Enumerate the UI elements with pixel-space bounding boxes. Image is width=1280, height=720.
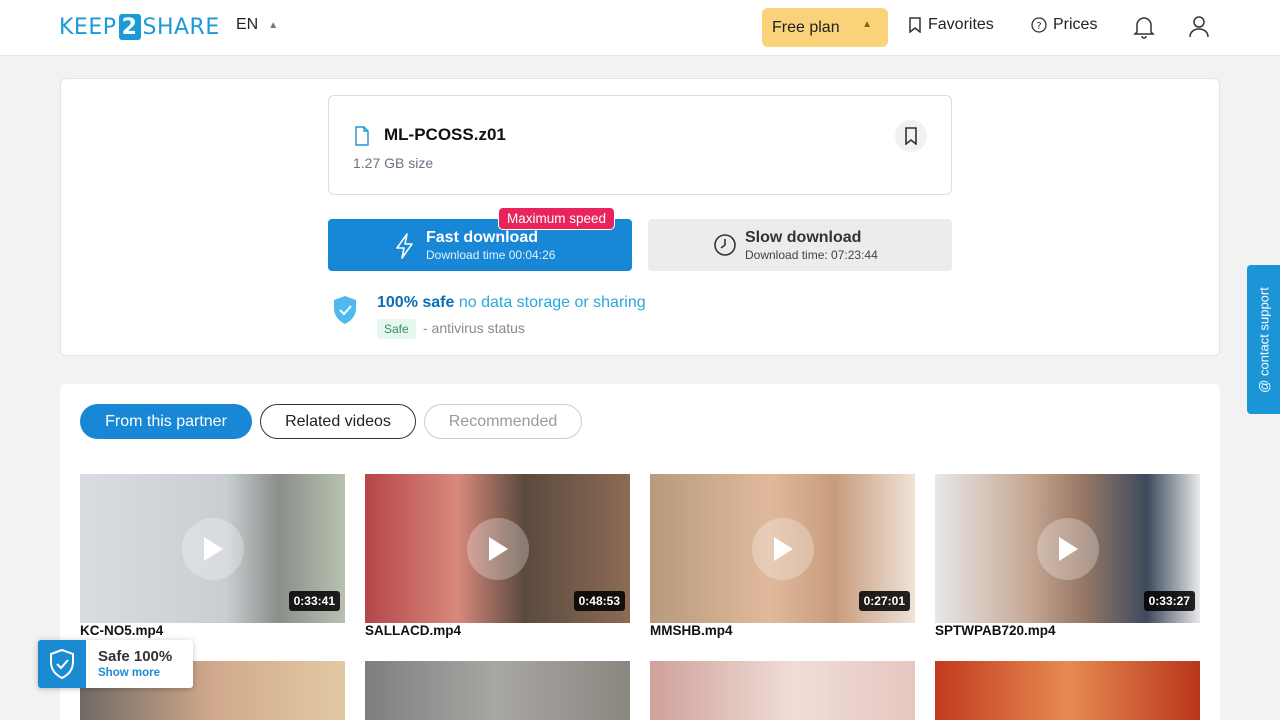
video-thumbnail[interactable] <box>650 661 915 720</box>
bookmark-file-button[interactable] <box>895 120 927 152</box>
show-more-link[interactable]: Show more <box>98 667 160 679</box>
logo-text-mid: 2 <box>118 14 141 40</box>
notifications-button[interactable] <box>1131 14 1157 40</box>
logo-text-left: KEEP <box>59 14 117 40</box>
prices-link[interactable]: ? Prices <box>1031 16 1097 34</box>
keep2share-logo[interactable]: KEEP 2 SHARE <box>59 14 220 40</box>
maximum-speed-badge: Maximum speed <box>498 207 616 230</box>
video-thumbnail[interactable] <box>935 661 1200 720</box>
safe-badge-title: Safe 100% <box>98 648 173 665</box>
svg-text:?: ? <box>1036 21 1041 32</box>
contact-support-label: @ contact support <box>1256 286 1271 393</box>
slow-download-time: Download time: 07:23:44 <box>745 248 878 262</box>
play-icon <box>1037 518 1099 580</box>
plan-label: Free plan <box>772 18 840 36</box>
play-icon <box>752 518 814 580</box>
top-header: KEEP 2 SHARE EN ▲ Free plan ▲ Favorites … <box>0 0 1280 56</box>
play-icon <box>182 518 244 580</box>
lightning-icon <box>396 233 413 259</box>
slow-download-button[interactable]: Slow download Download time: 07:23:44 <box>648 219 952 271</box>
file-size: 1.27 GB size <box>353 155 434 171</box>
safety-bold: 100% safe <box>377 294 455 311</box>
play-icon <box>467 518 529 580</box>
video-thumbnail[interactable] <box>365 661 630 720</box>
safety-text: no data storage or sharing <box>458 294 646 311</box>
fast-download-time: Download time 00:04:26 <box>426 248 556 262</box>
free-plan-button[interactable]: Free plan ▲ <box>762 8 888 47</box>
safety-statement: 100% safe no data storage or sharing <box>377 294 646 312</box>
file-info-card <box>328 95 952 195</box>
video-thumbnail[interactable]: 0:48:53 <box>365 474 630 623</box>
user-icon <box>1189 16 1209 38</box>
chevron-up-icon: ▲ <box>862 19 872 30</box>
clock-icon <box>714 234 736 256</box>
video-title[interactable]: SPTWPAB720.mp4 <box>935 623 1056 638</box>
video-title[interactable]: KC-NO5.mp4 <box>80 623 163 638</box>
shield-check-icon <box>38 640 86 688</box>
video-duration: 0:33:27 <box>1143 591 1195 611</box>
bookmark-icon <box>909 17 921 33</box>
video-duration: 0:27:01 <box>858 591 910 611</box>
file-icon <box>355 126 369 146</box>
slow-download-title: Slow download <box>745 229 862 246</box>
prices-label: Prices <box>1053 16 1098 33</box>
tab-recommended[interactable]: Recommended <box>424 404 582 439</box>
tab-related-videos[interactable]: Related videos <box>260 404 416 439</box>
language-label: EN <box>236 16 259 33</box>
video-thumbnail[interactable]: 0:33:41 <box>80 474 345 623</box>
bookmark-icon <box>905 127 917 145</box>
shield-check-icon <box>334 296 356 324</box>
video-thumbnail[interactable]: 0:27:01 <box>650 474 915 623</box>
file-name: ML-PCOSS.z01 <box>384 125 506 144</box>
safe-100-widget[interactable]: Safe 100% Show more <box>38 640 193 688</box>
account-button[interactable] <box>1186 14 1212 40</box>
video-duration: 0:48:53 <box>573 591 625 611</box>
chevron-up-icon: ▲ <box>268 19 279 31</box>
tab-from-this-partner[interactable]: From this partner <box>80 404 252 439</box>
video-duration: 0:33:41 <box>288 591 340 611</box>
favorites-label: Favorites <box>928 16 994 33</box>
video-title[interactable]: MMSHB.mp4 <box>650 623 733 638</box>
language-selector[interactable]: EN ▲ <box>236 16 278 34</box>
logo-text-right: SHARE <box>142 14 220 40</box>
antivirus-status-text: - antivirus status <box>423 320 525 336</box>
video-title[interactable]: SALLACD.mp4 <box>365 623 461 638</box>
contact-support-tab[interactable]: @ contact support <box>1247 265 1280 414</box>
favorites-link[interactable]: Favorites <box>908 16 994 34</box>
bell-icon <box>1133 17 1155 39</box>
video-thumbnail[interactable]: 0:33:27 <box>935 474 1200 623</box>
help-circle-icon: ? <box>1031 17 1047 33</box>
fast-download-title: Fast download <box>426 229 538 246</box>
safe-status-badge: Safe <box>377 319 416 339</box>
